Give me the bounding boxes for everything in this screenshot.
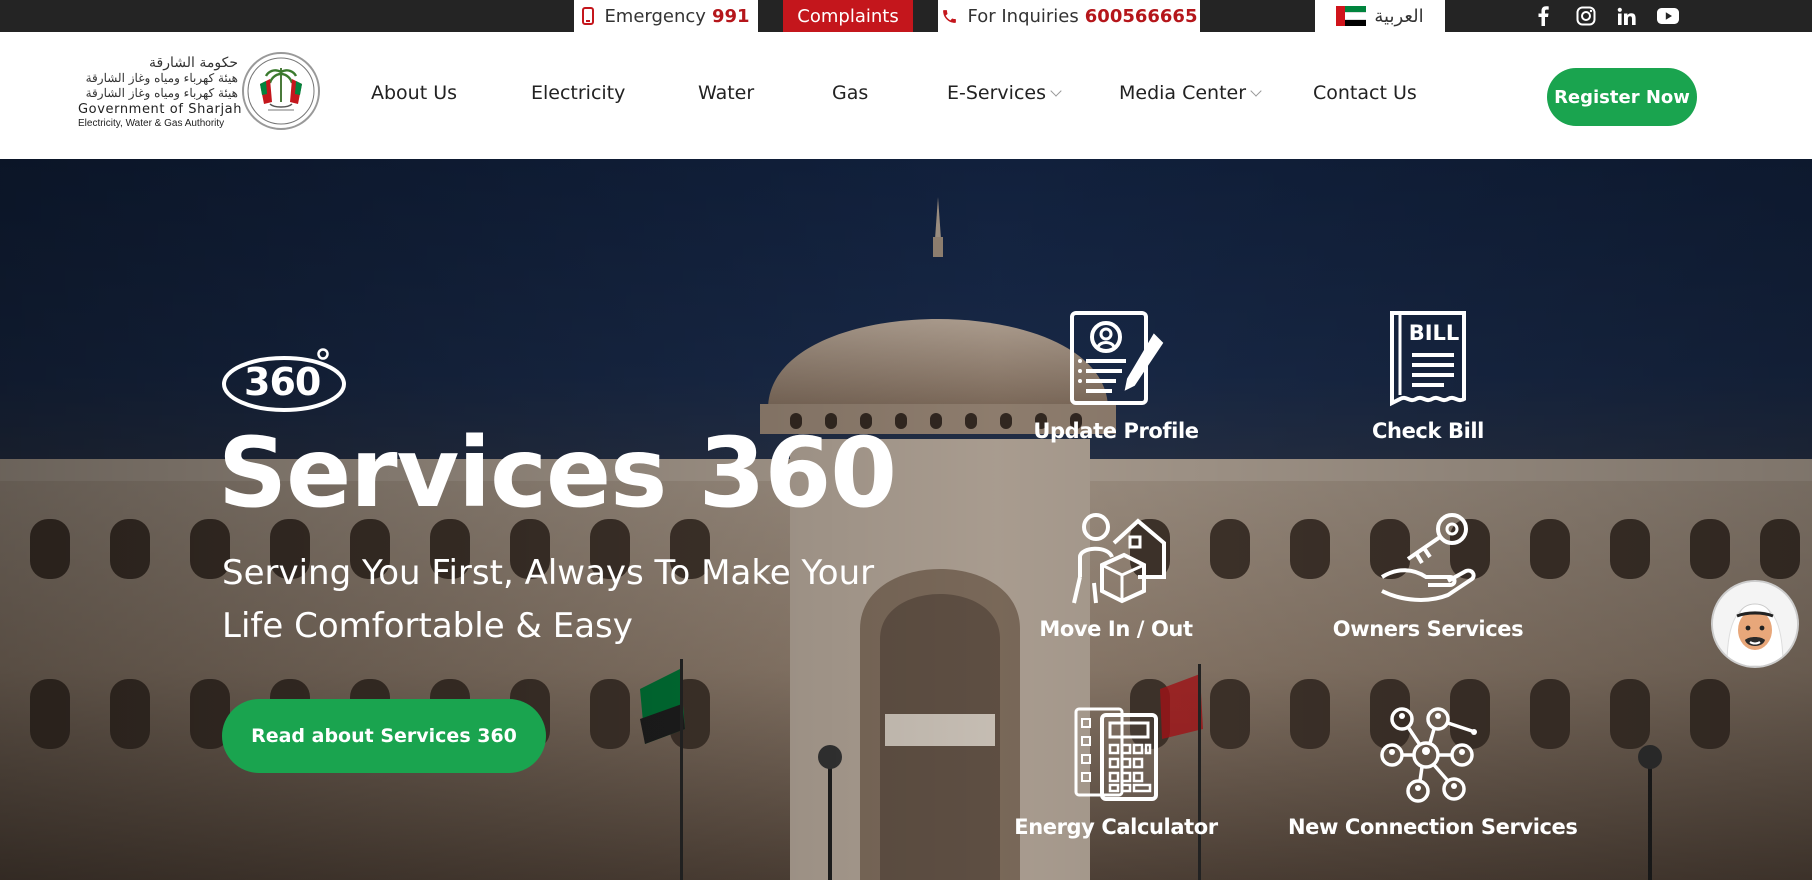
service-label: Owners Services xyxy=(1332,617,1524,641)
bill-icon: BILL xyxy=(1390,311,1466,407)
language-switch[interactable]: العربية xyxy=(1315,0,1445,32)
nav-e-services[interactable]: E-Services xyxy=(947,82,1062,104)
main-header: حكومة الشارقة هيئة كهرباء ومياه وغاز الش… xyxy=(0,32,1812,159)
key-hand-icon xyxy=(1380,513,1476,602)
hero-title: Services 360 xyxy=(218,417,897,529)
instagram-icon[interactable] xyxy=(1576,0,1596,32)
nav-electricity[interactable]: Electricity xyxy=(531,82,625,104)
inquiries-number: 600566665 xyxy=(1084,5,1198,27)
chatbot-avatar-button[interactable] xyxy=(1711,580,1799,668)
logo-arabic-text: حكومة الشارقة هيئة كهرباء ومياه وغاز الش… xyxy=(85,55,238,101)
service-label: Update Profile xyxy=(1033,419,1199,443)
bill-icon-text: BILL xyxy=(1409,321,1460,345)
mobile-phone-icon xyxy=(582,7,595,25)
service-label: Energy Calculator xyxy=(1014,815,1218,839)
complaints-link[interactable]: Complaints xyxy=(783,0,913,32)
register-now-button[interactable]: Register Now xyxy=(1547,68,1697,126)
complaints-label: Complaints xyxy=(797,5,899,27)
service-new-connection[interactable]: New Connection Services xyxy=(1288,705,1578,839)
facebook-icon[interactable] xyxy=(1537,0,1549,32)
phone-icon xyxy=(942,9,956,23)
chevron-down-icon xyxy=(1250,84,1262,97)
service-energy-calculator[interactable]: Energy Calculator xyxy=(976,705,1256,839)
nav-about-us[interactable]: About Us xyxy=(371,82,457,104)
sewa-logo[interactable]: حكومة الشارقة هيئة كهرباء ومياه وغاز الش… xyxy=(76,52,322,142)
calculator-icon xyxy=(1074,707,1158,801)
service-check-bill[interactable]: BILL Check Bill xyxy=(1288,309,1568,443)
chatbot-avatar-icon xyxy=(1713,582,1797,666)
sharjah-emblem-icon xyxy=(242,52,320,130)
move-house-icon xyxy=(1072,513,1166,604)
nav-gas[interactable]: Gas xyxy=(832,82,868,104)
logo-english-subtitle: Electricity, Water & Gas Authority xyxy=(78,118,225,129)
service-label: New Connection Services xyxy=(1288,815,1578,839)
youtube-icon[interactable] xyxy=(1657,0,1679,32)
emergency-number: 991 xyxy=(711,5,750,27)
hero-banner: 360 Services 360 Serving You First, Alwa… xyxy=(0,159,1812,880)
hero-subtitle: Serving You First, Always To Make Your L… xyxy=(222,553,875,646)
service-move-in-out[interactable]: Move In / Out xyxy=(976,507,1256,641)
profile-edit-icon xyxy=(1070,311,1164,405)
uae-flag-icon xyxy=(1336,6,1367,26)
service-owners-services[interactable]: Owners Services xyxy=(1288,507,1568,641)
network-people-icon xyxy=(1380,707,1477,803)
nav-media-center[interactable]: Media Center xyxy=(1119,82,1262,104)
logo-english-title: Government of Sharjah xyxy=(78,102,243,117)
inquiries-link[interactable]: For Inquiries 600566665 xyxy=(938,0,1200,32)
chevron-down-icon xyxy=(1050,84,1062,97)
nav-contact-us[interactable]: Contact Us xyxy=(1313,82,1417,104)
service-update-profile[interactable]: Update Profile xyxy=(976,309,1256,443)
service-label: Move In / Out xyxy=(1039,617,1193,641)
service-label: Check Bill xyxy=(1372,419,1484,443)
badge-360-text: 360 xyxy=(244,360,321,404)
badge-360-icon: 360 xyxy=(222,346,348,416)
emergency-link[interactable]: Emergency 991 xyxy=(574,0,758,32)
language-label: العربية xyxy=(1374,5,1424,27)
hero-content: 360 Services 360 Serving You First, Alwa… xyxy=(0,159,1812,880)
read-about-services-button[interactable]: Read about Services 360 xyxy=(222,699,546,773)
emergency-label: Emergency xyxy=(604,5,706,27)
inquiries-label: For Inquiries xyxy=(967,5,1079,27)
linkedin-icon[interactable] xyxy=(1617,0,1636,32)
top-utility-bar: Emergency 991 Complaints For Inquiries 6… xyxy=(0,0,1812,32)
nav-water[interactable]: Water xyxy=(698,82,754,104)
